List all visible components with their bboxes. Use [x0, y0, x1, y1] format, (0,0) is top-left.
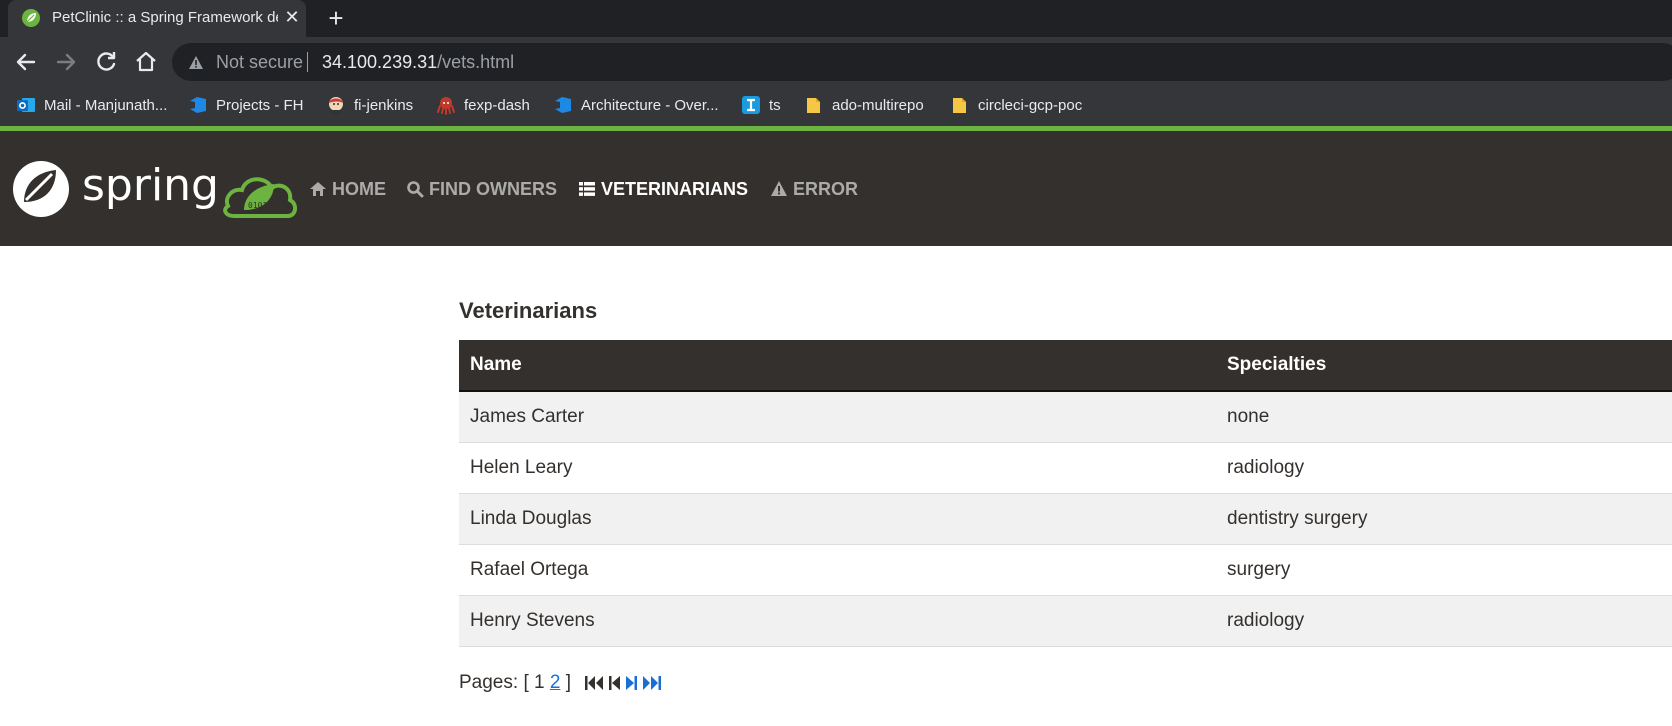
pages-open-bracket: [: [523, 672, 529, 693]
bookmark-label: Projects - FH: [216, 96, 304, 114]
home-icon: [310, 182, 326, 196]
new-tab-plus-icon[interactable]: +: [322, 4, 350, 32]
omnibox-separator: [307, 52, 308, 72]
outlook-icon: [17, 98, 35, 112]
nav-find-owners[interactable]: FIND OWNERS: [406, 177, 557, 201]
nav-home-label: HOME: [332, 178, 386, 199]
nav-error-label: ERROR: [793, 178, 859, 199]
vet-specialties: radiology: [1227, 610, 1305, 631]
table-row: James Carter none: [459, 392, 1672, 443]
not-secure-label: Not secure: [216, 52, 304, 72]
tab-close-icon[interactable]: ✕: [282, 7, 302, 27]
folder-icon: [807, 98, 820, 113]
bookmark-label: Mail - Manjunath...: [44, 96, 168, 114]
page-title: Veterinarians: [459, 298, 598, 323]
table-header: Name Specialties: [459, 340, 1672, 392]
bookmark-projects-fh[interactable]: Projects - FH: [188, 94, 304, 116]
azure-devops-icon: [555, 97, 571, 113]
list-icon: [579, 182, 595, 196]
bookmark-label: ado-multirepo: [832, 96, 924, 114]
browser-tab[interactable]: PetClinic :: a Spring Framework demonstr…: [8, 0, 306, 37]
bookmark-circleci-gcp-poc[interactable]: circleci-gcp-poc: [950, 94, 1082, 116]
bookmark-label: circleci-gcp-poc: [978, 96, 1083, 114]
bookmark-ts[interactable]: ts: [741, 94, 781, 116]
next-page-icon[interactable]: [624, 674, 638, 692]
spring-logo[interactable]: spring 0101: [12, 158, 298, 220]
bookmark-label: Architecture - Over...: [581, 96, 719, 114]
bookmark-ado-multirepo[interactable]: ado-multirepo: [804, 94, 924, 116]
current-page: 1: [534, 672, 545, 693]
bookmark-fexp-dash[interactable]: fexp-dash: [436, 94, 530, 116]
vet-specialties: dentistry surgery: [1227, 508, 1368, 529]
svg-text:spring: spring: [82, 160, 219, 211]
vet-specialties: none: [1227, 406, 1270, 427]
nav-veterinarians[interactable]: VETERINARIANS: [578, 177, 748, 201]
bookmark-mail[interactable]: Mail - Manjunath...: [16, 94, 167, 116]
bookmark-fi-jenkins[interactable]: fi-jenkins: [326, 94, 413, 116]
vet-name: Rafael Ortega: [470, 559, 589, 580]
vet-specialties: radiology: [1227, 457, 1305, 478]
nav-veterinarians-label: VETERINARIANS: [601, 178, 749, 199]
azure-devops-icon: [190, 97, 206, 113]
tab-title: PetClinic :: a Spring Framework demonstr…: [52, 9, 278, 26]
reload-icon[interactable]: [92, 48, 120, 76]
previous-page-icon[interactable]: [608, 674, 622, 692]
browser-toolbar: Not secure 34.100.239.31/vets.html: [0, 37, 1672, 86]
folder-icon: [953, 98, 966, 113]
vet-name: James Carter: [470, 406, 585, 427]
column-header-name[interactable]: Name: [470, 354, 522, 376]
url-text[interactable]: 34.100.239.31/vets.html: [322, 52, 514, 73]
table-row: Linda Douglas dentistry surgery: [459, 494, 1672, 545]
address-bar[interactable]: Not secure 34.100.239.31/vets.html: [172, 43, 1672, 81]
text-i-icon: [742, 96, 760, 114]
bookmark-label: ts: [769, 96, 781, 114]
search-icon: [407, 181, 424, 198]
table-row: Helen Leary radiology: [459, 443, 1672, 494]
vet-name: Henry Stevens: [470, 610, 595, 631]
svg-text:0101: 0101: [248, 201, 267, 210]
page-2-link[interactable]: 2: [550, 672, 561, 694]
back-arrow-icon[interactable]: [12, 48, 40, 76]
nav-error[interactable]: ERROR: [770, 177, 858, 201]
first-page-icon[interactable]: [584, 674, 606, 692]
bookmark-label: fi-jenkins: [354, 96, 414, 114]
pagination: Pages: [ 1 2 ]: [459, 670, 662, 696]
vets-table: Name Specialties James Carter none Helen…: [459, 340, 1672, 647]
bookmarks-bar: Mail - Manjunath... Projects - FH fi-jen…: [0, 86, 1672, 126]
forward-arrow-icon[interactable]: [52, 48, 80, 76]
site-navbar: spring 0101 HOME FIND OWNERS VETERINARIA…: [0, 131, 1672, 246]
vet-name: Helen Leary: [470, 457, 573, 478]
nav-find-owners-label: FIND OWNERS: [429, 178, 557, 199]
octopus-icon: [437, 97, 455, 115]
url-path: /vets.html: [437, 52, 515, 72]
not-secure-warning-icon[interactable]: [188, 55, 204, 70]
warning-icon: [771, 181, 787, 196]
column-header-specialties[interactable]: Specialties: [1227, 354, 1326, 376]
bookmark-label: fexp-dash: [464, 96, 530, 114]
spring-leaf-icon: [22, 9, 40, 27]
bookmark-architecture[interactable]: Architecture - Over...: [553, 94, 719, 116]
home-button-icon[interactable]: [132, 48, 160, 76]
nav-home[interactable]: HOME: [309, 177, 386, 201]
pages-label: Pages:: [459, 672, 519, 693]
table-row: Rafael Ortega surgery: [459, 545, 1672, 596]
pages-close-bracket: ]: [565, 672, 571, 693]
last-page-icon[interactable]: [640, 674, 662, 692]
jenkins-icon: [329, 97, 343, 114]
table-row: Henry Stevens radiology: [459, 596, 1672, 647]
vet-specialties: surgery: [1227, 559, 1291, 580]
browser-tab-strip: PetClinic :: a Spring Framework demonstr…: [0, 0, 1672, 37]
vet-name: Linda Douglas: [470, 508, 592, 529]
url-host: 34.100.239.31: [322, 52, 438, 72]
